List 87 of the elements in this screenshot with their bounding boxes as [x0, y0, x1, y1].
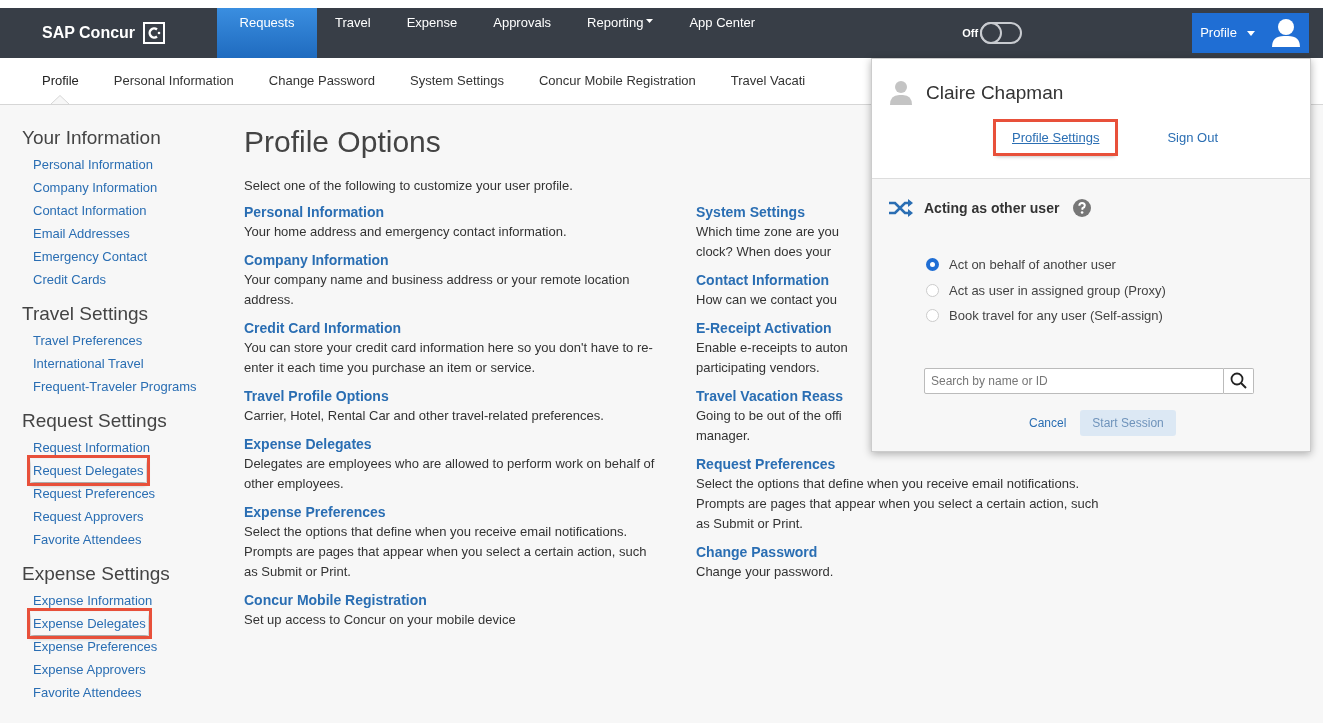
- logo-icon: [143, 22, 166, 44]
- option-description: Change your password.: [696, 562, 835, 581]
- radio-label: Act on behalf of another user: [949, 256, 1116, 274]
- option-description: You can store your credit card information here so you don't have to re-enter it each time you purchase an item or service.: [244, 338, 654, 377]
- option-description: Delegates are employees who are allowed to perform work on behalf of other employees.: [244, 454, 656, 493]
- radio-label: Act as user in assigned group (Proxy): [949, 281, 1166, 300]
- sub-nav-tab[interactable]: Personal Information: [113, 58, 234, 104]
- sidebar-link[interactable]: Emergency Contact: [33, 245, 148, 268]
- toggle-label: Off: [962, 25, 979, 41]
- sidebar-link[interactable]: Travel Preferences: [33, 329, 143, 352]
- option-description: Set up access to Concur on your mobile device: [244, 610, 517, 629]
- option-description: Select the options that define when you receive email notifications. Prompts are pages that appear when you select a certain action, such as Submit or Print.: [244, 522, 648, 581]
- profile-button[interactable]: Profile: [1192, 13, 1309, 53]
- sidebar-link[interactable]: Request Preferences: [33, 482, 156, 505]
- logo-text: SAP Concur: [42, 23, 136, 43]
- nav-tab[interactable]: Approvals: [475, 8, 570, 58]
- option-link[interactable]: Expense Preferences: [244, 501, 386, 522]
- nav-tab[interactable]: Reporting: [569, 8, 672, 58]
- section-title: Acting as other user: [924, 198, 1060, 218]
- sidebar-link[interactable]: Request Information: [33, 436, 151, 459]
- option-link[interactable]: Personal Information: [244, 201, 385, 222]
- option-link[interactable]: System Settings: [696, 201, 805, 222]
- option-description: clock? When does your: [696, 242, 832, 261]
- option-link[interactable]: Contact Information: [696, 269, 829, 290]
- intro-text: Select one of the following to customize your user profile.: [244, 177, 574, 195]
- radio-label: Book travel for any user (Self-assign): [949, 307, 1163, 325]
- sidebar-link[interactable]: Personal Information: [33, 153, 153, 176]
- option-link[interactable]: Credit Card Information: [244, 317, 402, 338]
- cancel-link[interactable]: Cancel: [1029, 413, 1067, 432]
- nav-tab[interactable]: App Center: [671, 8, 774, 58]
- sidebar-link[interactable]: Expense Approvers: [33, 658, 146, 681]
- search-icon: [1230, 372, 1247, 389]
- nav-tab[interactable]: Travel: [317, 8, 389, 58]
- option-description: Your home address and emergency contact information.: [244, 222, 568, 241]
- search-field[interactable]: Search by name or ID: [924, 367, 1224, 394]
- option-description: Going to be out of the offi: [696, 406, 842, 425]
- sidebar-link[interactable]: Credit Cards: [33, 268, 106, 291]
- sidebar-heading: Travel Settings: [22, 302, 149, 326]
- option-link[interactable]: Concur Mobile Registration: [244, 589, 427, 610]
- user-icon: [890, 80, 912, 107]
- option-link[interactable]: E-Receipt Activation: [696, 317, 832, 338]
- sidebar-heading: Expense Settings: [22, 562, 171, 586]
- sidebar-heading: Request Settings: [22, 409, 168, 433]
- sidebar-link[interactable]: Favorite Attendees: [33, 681, 142, 704]
- menu-link[interactable]: Sign Out: [1151, 121, 1235, 153]
- option-description: Carrier, Hotel, Rental Car and other travel-related preferences.: [244, 406, 605, 425]
- help-icon: [1073, 199, 1092, 217]
- option-description: Which time zone are you: [696, 222, 840, 241]
- sidebar-link[interactable]: Company Information: [33, 176, 158, 199]
- sidebar-link[interactable]: Frequent-Traveler Programs: [33, 375, 197, 398]
- toggle-switch[interactable]: [980, 22, 1023, 44]
- sub-nav-tab[interactable]: Travel Vacati: [730, 58, 806, 104]
- sidebar-link[interactable]: Expense Preferences: [33, 635, 158, 658]
- option-link[interactable]: Company Information: [244, 249, 389, 270]
- shuffle-icon: [888, 197, 914, 219]
- option-link[interactable]: Expense Delegates: [244, 433, 372, 454]
- nav-tab[interactable]: Expense: [388, 8, 476, 58]
- option-link[interactable]: Travel Profile Options: [244, 385, 389, 406]
- sidebar-link[interactable]: Favorite Attendees: [33, 528, 142, 551]
- sub-nav-tab[interactable]: Profile: [42, 58, 79, 104]
- user-name: Claire Chapman: [926, 81, 1064, 105]
- option-link[interactable]: Travel Vacation Reass: [696, 385, 844, 406]
- page-title: Profile Options: [244, 124, 441, 160]
- sidebar-link[interactable]: Request Approvers: [33, 505, 144, 528]
- user-icon: [1271, 17, 1301, 49]
- sidebar-heading: Your Information: [22, 126, 162, 150]
- menu-link[interactable]: Profile Settings: [996, 121, 1116, 153]
- nav-tab[interactable]: Requests: [217, 8, 317, 58]
- option-description: How can we contact you: [696, 290, 837, 309]
- sidebar-link[interactable]: Contact Information: [33, 199, 147, 222]
- option-description: Select the options that define when you receive email notifications. Prompts are pages that appear when you select a certain action, such as Submit or Print.: [696, 474, 1100, 533]
- option-description: Your company name and business address or your remote location address.: [244, 270, 631, 309]
- search-button[interactable]: [1224, 367, 1254, 394]
- caret-icon: [646, 19, 654, 23]
- option-description: manager.: [696, 426, 751, 445]
- sidebar-link[interactable]: Expense Information: [33, 589, 153, 612]
- option-link[interactable]: Request Preferences: [696, 453, 836, 474]
- sidebar-link[interactable]: Email Addresses: [33, 222, 130, 245]
- sub-nav-tab[interactable]: System Settings: [410, 58, 504, 104]
- option-description: participating vendors.: [696, 358, 820, 377]
- sub-nav-tab[interactable]: Change Password: [268, 58, 376, 104]
- option-description: Enable e-receipts to auton: [696, 338, 848, 357]
- caret-icon: [1247, 30, 1255, 36]
- radio-button[interactable]: [926, 258, 939, 272]
- sidebar-link[interactable]: International Travel: [33, 352, 144, 375]
- option-link[interactable]: Change Password: [696, 541, 818, 562]
- sub-nav-tab[interactable]: Concur Mobile Registration: [539, 58, 696, 104]
